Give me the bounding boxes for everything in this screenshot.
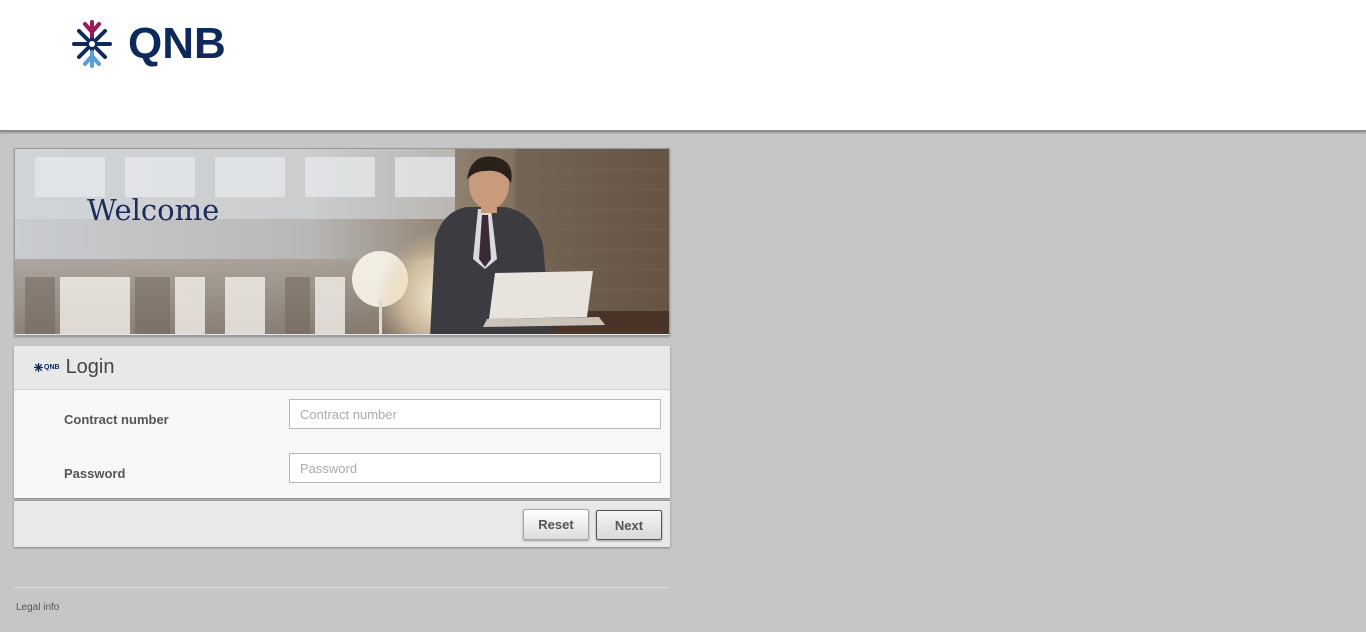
login-panel-header: QNB Login <box>14 346 670 390</box>
qnb-logo[interactable]: QNB <box>66 18 226 70</box>
qnb-mini-logo-icon <box>34 363 43 372</box>
login-panel: QNB Login Contract number Password <box>14 346 670 498</box>
contract-number-input[interactable] <box>289 399 661 429</box>
welcome-heading: Welcome <box>87 193 220 227</box>
next-button[interactable]: Next <box>596 510 662 540</box>
password-label: Password <box>64 466 126 481</box>
qnb-mini-logo-text: QNB <box>44 364 60 371</box>
qnb-logo-icon <box>66 18 118 70</box>
login-title: Login <box>65 356 115 378</box>
reset-button[interactable]: Reset <box>523 509 589 540</box>
qnb-mini-logo: QNB <box>34 363 60 372</box>
qnb-logo-text: QNB <box>128 19 226 68</box>
login-form: Contract number Password <box>14 390 670 498</box>
login-actions-bar: Reset Next <box>14 500 670 547</box>
laptop <box>483 271 605 327</box>
banner-photo <box>15 149 669 335</box>
legal-info-link[interactable]: Legal info <box>16 602 59 613</box>
contract-number-label: Contract number <box>64 412 169 427</box>
password-input[interactable] <box>289 453 661 483</box>
top-header: QNB <box>0 0 1366 132</box>
footer-divider <box>14 587 669 588</box>
welcome-banner: Welcome <box>14 148 670 336</box>
